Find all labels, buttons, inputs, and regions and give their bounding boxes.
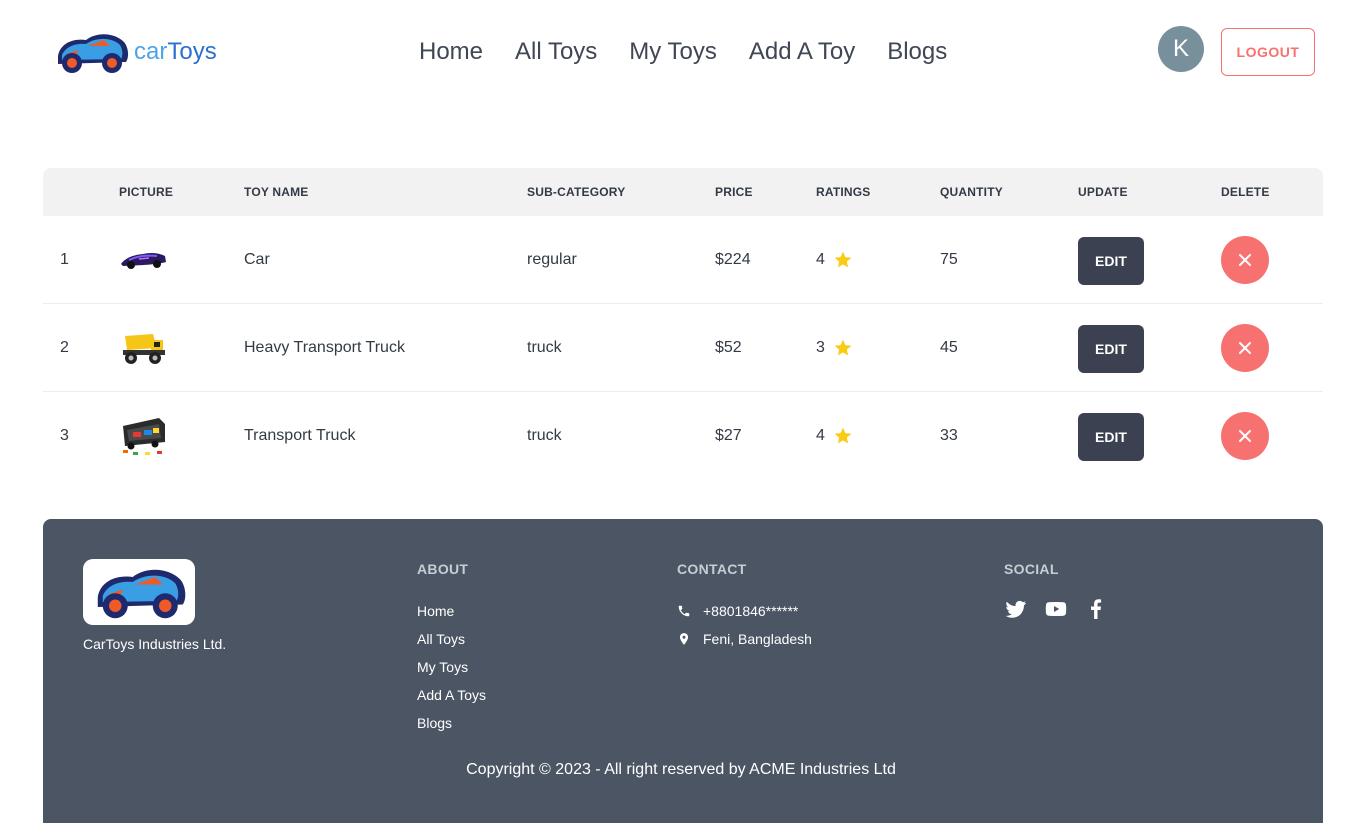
nav-blogs[interactable]: Blogs bbox=[871, 36, 963, 68]
user-avatar[interactable]: K bbox=[1158, 26, 1204, 72]
toy-name: Heavy Transport Truck bbox=[244, 339, 405, 356]
footer-social: SOCIAL bbox=[1004, 561, 1124, 621]
footer-link-all-toys[interactable]: All Toys bbox=[417, 625, 486, 653]
car-logo-icon bbox=[58, 34, 129, 73]
toy-name: Transport Truck bbox=[244, 427, 356, 444]
delete-button[interactable] bbox=[1221, 324, 1269, 372]
facebook-icon[interactable] bbox=[1084, 597, 1108, 621]
toy-rating: 3 bbox=[816, 304, 853, 392]
rating-value: 4 bbox=[816, 427, 825, 444]
brand-link[interactable]: carToys bbox=[52, 28, 217, 76]
toy-price: $52 bbox=[715, 339, 742, 356]
close-icon bbox=[1239, 254, 1251, 266]
footer-contact-heading: CONTACT bbox=[677, 561, 747, 577]
rating-value: 3 bbox=[816, 339, 825, 356]
my-toys-table: PICTURE TOY NAME SUB-CATEGORY PRICE RATI… bbox=[43, 168, 1323, 480]
footer-link-blogs[interactable]: Blogs bbox=[417, 709, 486, 737]
header-picture: PICTURE bbox=[119, 185, 174, 199]
header-update: UPDATE bbox=[1078, 185, 1128, 199]
nav-my-toys[interactable]: My Toys bbox=[613, 36, 733, 68]
star-icon bbox=[834, 339, 852, 356]
main-nav: Home All Toys My Toys Add A Toy Blogs bbox=[403, 36, 963, 68]
brand-name-part1: car bbox=[134, 38, 168, 65]
toy-price: $27 bbox=[715, 427, 742, 444]
edit-button[interactable]: EDIT bbox=[1078, 325, 1144, 373]
navbar: carToys Home All Toys My Toys Add A Toy … bbox=[0, 0, 1366, 104]
footer-about-heading: ABOUT bbox=[417, 561, 469, 577]
row-number: 1 bbox=[60, 251, 69, 268]
toy-name: Car bbox=[244, 251, 270, 268]
table-row: 2 Heavy Transport Truck truck $52 3 45 E… bbox=[43, 304, 1323, 392]
header-ratings: RATINGS bbox=[816, 185, 871, 199]
copyright-text: Copyright © 2023 - All right reserved by… bbox=[466, 761, 896, 778]
rating-value: 4 bbox=[816, 251, 825, 268]
toy-quantity: 45 bbox=[940, 339, 958, 356]
car-logo-icon bbox=[97, 569, 186, 619]
toy-picture bbox=[121, 252, 166, 269]
toy-subcategory: truck bbox=[527, 427, 562, 444]
footer: CarToys Industries Ltd. ABOUT Home All T… bbox=[43, 519, 1323, 823]
footer-link-home[interactable]: Home bbox=[417, 597, 486, 625]
toy-picture bbox=[123, 334, 165, 364]
social-links bbox=[1004, 597, 1124, 621]
delete-button[interactable] bbox=[1221, 236, 1269, 284]
logout-button[interactable]: LOGOUT bbox=[1221, 28, 1315, 76]
toy-subcategory: truck bbox=[527, 339, 562, 356]
footer-phone-text: +8801846****** bbox=[703, 603, 799, 619]
delete-button[interactable] bbox=[1221, 412, 1269, 460]
toy-subcategory: regular bbox=[527, 251, 577, 268]
toy-rating: 4 bbox=[816, 216, 853, 304]
youtube-icon[interactable] bbox=[1044, 597, 1068, 621]
footer-logo bbox=[83, 559, 195, 625]
footer-social-heading: SOCIAL bbox=[1004, 561, 1059, 577]
header-toy-name: TOY NAME bbox=[244, 185, 309, 199]
star-icon bbox=[834, 427, 852, 444]
header-sub-category: SUB-CATEGORY bbox=[527, 185, 626, 199]
footer-company-name: CarToys Industries Ltd. bbox=[83, 636, 227, 652]
footer-phone: +8801846****** bbox=[677, 597, 812, 625]
header-delete: DELETE bbox=[1221, 185, 1270, 199]
edit-button[interactable]: EDIT bbox=[1078, 413, 1144, 461]
brand-name: carToys bbox=[134, 38, 217, 66]
table-header: PICTURE TOY NAME SUB-CATEGORY PRICE RATI… bbox=[43, 168, 1323, 216]
nav-home[interactable]: Home bbox=[403, 36, 499, 68]
footer-location-text: Feni, Bangladesh bbox=[703, 631, 812, 647]
toy-price: $224 bbox=[715, 251, 751, 268]
header-price: PRICE bbox=[715, 185, 753, 199]
twitter-icon[interactable] bbox=[1004, 597, 1028, 621]
location-pin-icon bbox=[679, 633, 689, 645]
footer-about: ABOUT Home All Toys My Toys Add A Toys B… bbox=[417, 561, 486, 737]
star-icon bbox=[834, 251, 852, 268]
row-number: 2 bbox=[60, 339, 69, 356]
nav-all-toys[interactable]: All Toys bbox=[499, 36, 613, 68]
footer-location: Feni, Bangladesh bbox=[677, 625, 812, 653]
table-row: 3 Transport Truck truck $27 4 33 EDIT bbox=[43, 392, 1323, 480]
edit-button[interactable]: EDIT bbox=[1078, 237, 1144, 285]
header-quantity: QUANTITY bbox=[940, 185, 1003, 199]
phone-icon bbox=[678, 605, 690, 617]
brand-name-part2: Toys bbox=[167, 38, 217, 65]
footer-link-add-a-toys[interactable]: Add A Toys bbox=[417, 681, 486, 709]
toy-quantity: 75 bbox=[940, 251, 958, 268]
toy-rating: 4 bbox=[816, 392, 853, 480]
footer-link-my-toys[interactable]: My Toys bbox=[417, 653, 486, 681]
toy-quantity: 33 bbox=[940, 427, 958, 444]
row-number: 3 bbox=[60, 427, 69, 444]
close-icon bbox=[1239, 430, 1251, 442]
footer-contact: CONTACT +8801846****** Feni, Bangladesh bbox=[677, 561, 812, 653]
table-row: 1 Car regular $224 4 75 EDIT bbox=[43, 216, 1323, 304]
nav-add-a-toy[interactable]: Add A Toy bbox=[733, 36, 871, 68]
toy-picture bbox=[123, 418, 165, 455]
close-icon bbox=[1239, 342, 1251, 354]
